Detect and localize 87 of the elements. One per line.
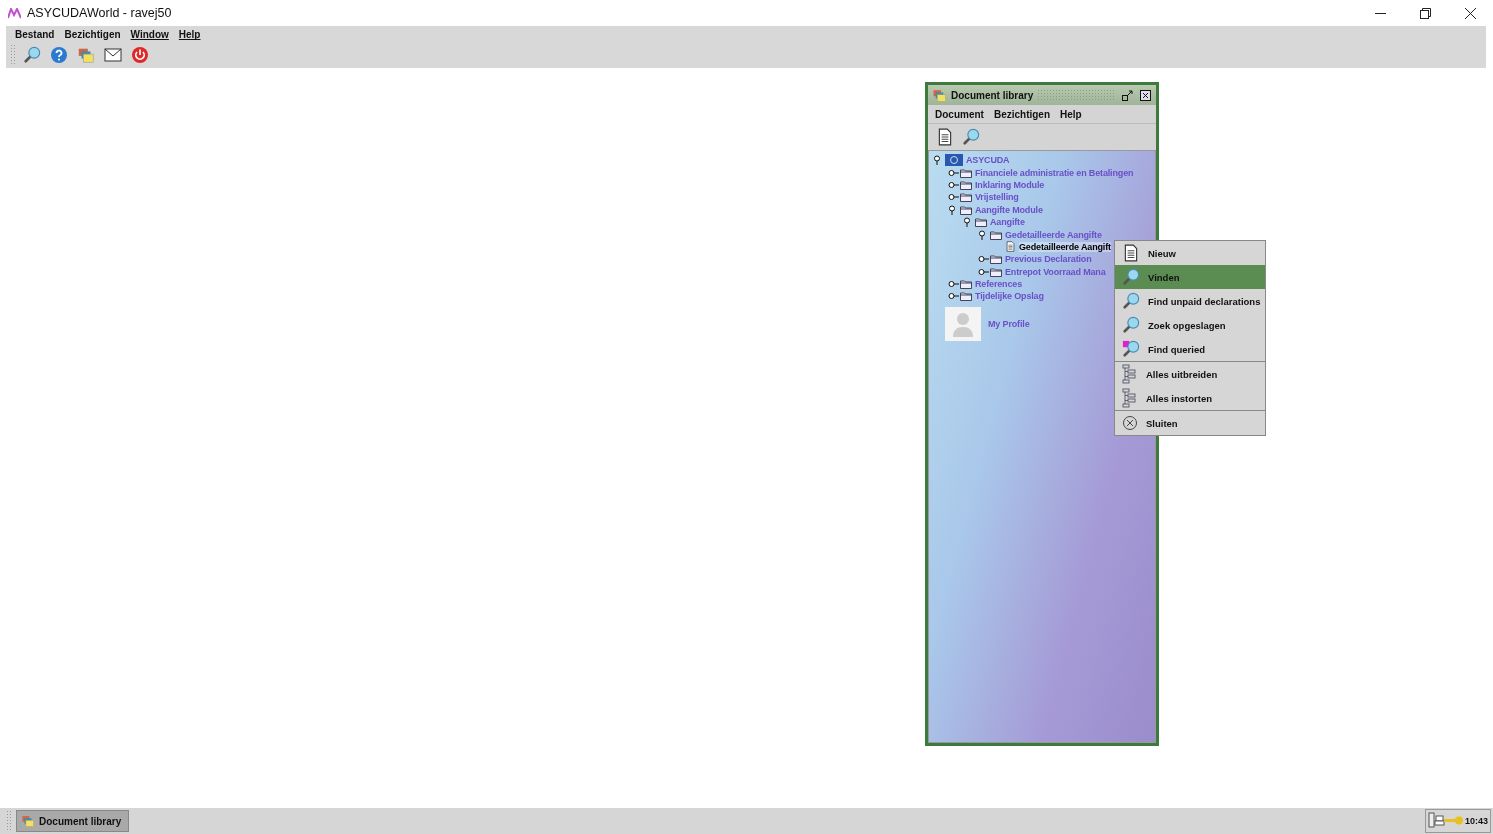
tree-item[interactable]: Gedetailleerde Aangifte: [1005, 229, 1102, 240]
internal-window-title: Document library: [951, 89, 1034, 101]
menu-item[interactable]: Document: [930, 108, 989, 120]
tree-item[interactable]: Vrijstelling: [975, 192, 1019, 203]
mail-icon: [104, 48, 122, 62]
folder-icon: [960, 204, 972, 215]
folders-icon: [77, 46, 95, 64]
menu-item-label: Nieuw: [1148, 247, 1176, 259]
person-silhouette-icon: [952, 310, 974, 337]
tree-item[interactable]: References: [975, 279, 1023, 290]
context-menu-item[interactable]: Find unpaid declarations: [1115, 289, 1265, 313]
restore-button[interactable]: [1120, 88, 1134, 102]
collapsed-toggle-icon[interactable]: [978, 254, 990, 265]
tree-item[interactable]: Inklaring Module: [975, 179, 1045, 190]
tree-icon: [1122, 388, 1138, 408]
folder-icon: [990, 229, 1002, 240]
help-icon: [50, 46, 68, 64]
context-menu-item[interactable]: Zoek opgeslagen: [1115, 313, 1265, 337]
magnifier-icon: [1122, 340, 1140, 358]
tree-item[interactable]: Aangifte: [990, 217, 1025, 228]
menu-item[interactable]: Help: [1055, 108, 1087, 120]
menu-item[interactable]: Window: [125, 28, 174, 40]
globe-flag-icon: [945, 154, 963, 167]
menu-item[interactable]: Bestand: [10, 28, 60, 40]
close-icon: [1139, 89, 1151, 101]
collapsed-toggle-icon[interactable]: [948, 179, 960, 190]
collapsed-toggle-icon[interactable]: [948, 192, 960, 203]
search-icon: [23, 46, 41, 64]
search-icon: [1122, 292, 1140, 310]
menu-item-label: Find queried: [1148, 343, 1205, 355]
menu-item-label: Alles instorten: [1146, 392, 1212, 404]
menu-item-label: Find unpaid declarations: [1148, 295, 1261, 307]
restore-icon: [1420, 7, 1431, 19]
folder-icon: [990, 266, 1002, 277]
folders-icon: [21, 814, 35, 828]
folder-icon: [960, 167, 972, 178]
search-icon: [1122, 268, 1140, 286]
power-icon: [131, 46, 149, 64]
folder-icon: [960, 291, 972, 302]
minimize-icon: [1375, 12, 1386, 14]
toolbar-button[interactable]: [21, 44, 43, 66]
tree-icon: [1122, 364, 1138, 384]
menu-item-label: Zoek opgeslagen: [1148, 319, 1226, 331]
tree-item[interactable]: ASYCUDA: [966, 155, 1010, 166]
folder-icon: [960, 179, 972, 190]
toolbar-button[interactable]: [960, 126, 982, 148]
context-menu-item[interactable]: Vinden: [1115, 265, 1265, 289]
document-icon: [936, 128, 954, 146]
close-icon: [1122, 415, 1138, 431]
tree-item[interactable]: Gedetailleerde Aangift: [1019, 241, 1111, 252]
menu-item-label: Vinden: [1148, 271, 1180, 283]
menu-item-label: Sluiten: [1146, 417, 1178, 429]
menu-item-label: Alles uitbreiden: [1146, 368, 1218, 380]
menu-item[interactable]: Bezichtigen: [988, 108, 1056, 120]
menu-item[interactable]: Help: [173, 28, 206, 40]
close-button[interactable]: [1138, 88, 1152, 102]
context-menu-item[interactable]: Sluiten: [1115, 411, 1265, 435]
tree-item[interactable]: Tijdelijke Opslag: [975, 291, 1044, 302]
folder-icon: [975, 217, 987, 228]
window-title: ASYCUDAWorld - ravej50: [27, 6, 172, 20]
profile-link[interactable]: My Profile: [988, 318, 1030, 329]
document-icon: [1005, 241, 1016, 253]
folders-icon: [932, 87, 947, 103]
collapsed-toggle-icon[interactable]: [948, 167, 960, 178]
tree-item[interactable]: Aangifte Module: [975, 204, 1043, 215]
app-logo-icon: [8, 7, 21, 19]
tree-item[interactable]: Financiele administratie en Betalingen: [975, 167, 1134, 178]
context-menu-item[interactable]: Nieuw: [1115, 241, 1265, 265]
collapsed-toggle-icon[interactable]: [948, 291, 960, 302]
menu-item[interactable]: Bezichtigen: [59, 28, 126, 40]
network-key-icon: [1427, 812, 1464, 830]
context-menu-item[interactable]: Find queried: [1115, 337, 1265, 361]
collapsed-toggle-icon[interactable]: [948, 279, 960, 290]
folder-icon: [960, 279, 972, 290]
folder-icon: [990, 254, 1002, 265]
clock: 10:43: [1464, 816, 1488, 826]
document-icon: [1122, 244, 1140, 262]
folder-icon: [960, 192, 972, 203]
collapsed-toggle-icon[interactable]: [978, 266, 990, 277]
restore-icon: [1121, 89, 1133, 101]
search-icon: [962, 128, 980, 146]
tree-item[interactable]: Previous Declaration: [1005, 254, 1092, 265]
context-menu-item[interactable]: Alles uitbreiden: [1115, 362, 1265, 386]
context-menu-item[interactable]: Alles instorten: [1115, 386, 1265, 410]
taskbar-button[interactable]: Document library: [16, 810, 130, 832]
close-icon: [1465, 7, 1476, 19]
search-icon: [1122, 316, 1140, 334]
